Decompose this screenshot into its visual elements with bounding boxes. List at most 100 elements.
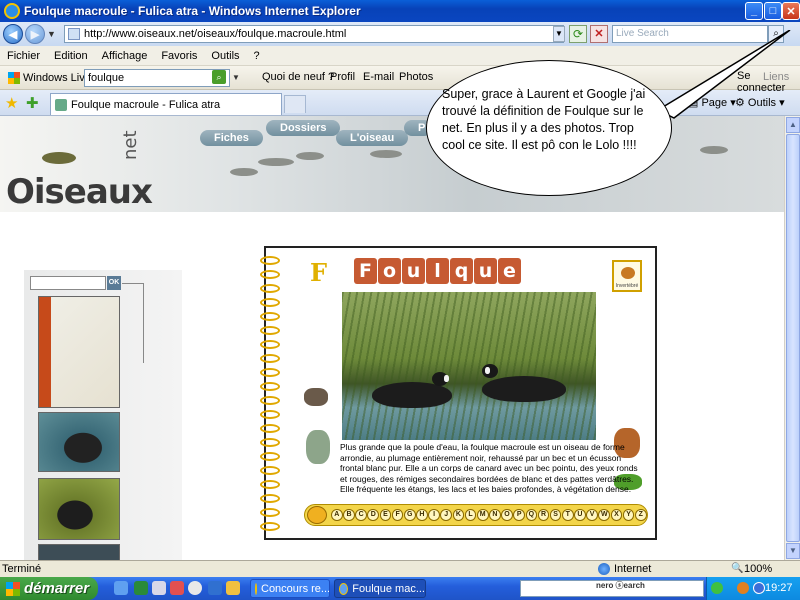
- site-nav-dossiers[interactable]: Dossiers: [266, 120, 341, 136]
- windows-live-logo[interactable]: Windows Live: [8, 71, 91, 84]
- alphabet-letter[interactable]: F: [391, 509, 404, 521]
- invertebre-badge[interactable]: Invertébré: [612, 260, 642, 292]
- tab-foulque[interactable]: Foulque macroule - Fulica atra: [50, 93, 282, 115]
- alphabet-letter[interactable]: S: [549, 509, 562, 521]
- alphabet-letter[interactable]: X: [610, 509, 623, 521]
- coot-bird: [482, 364, 566, 402]
- alphabet-caterpillar: ABCDEFGHIJKLMNOPQRSTUVWXYZ: [304, 504, 648, 526]
- quicklaunch-icon[interactable]: [226, 581, 240, 595]
- stop-button[interactable]: ✕: [590, 25, 608, 43]
- vertical-scrollbar[interactable]: ▲ ▼: [784, 116, 800, 560]
- maximize-button[interactable]: □: [764, 2, 782, 20]
- url-dropdown-icon[interactable]: ▼: [553, 26, 565, 42]
- url-field[interactable]: http://www.oiseaux.net/oiseaux/foulque.m…: [64, 25, 564, 43]
- favorites-star-icon[interactable]: ★: [5, 94, 18, 112]
- alphabet-letter[interactable]: Y: [622, 509, 635, 521]
- coot-photo-thumbnail[interactable]: [38, 478, 120, 540]
- alphabet-letter[interactable]: O: [501, 509, 513, 521]
- coot-photo-thumbnail[interactable]: [38, 544, 120, 560]
- link-email[interactable]: E-mail: [363, 71, 394, 83]
- live-toolbar-search-input[interactable]: foulque: [84, 69, 230, 87]
- alphabet-letter[interactable]: L: [464, 509, 477, 521]
- quicklaunch-icon[interactable]: [152, 581, 166, 595]
- alphabet-letter[interactable]: T: [561, 509, 574, 521]
- menu-affichage[interactable]: Affichage: [95, 50, 155, 62]
- bird-guide-thumbnail[interactable]: [38, 296, 120, 408]
- title-letter-tile: u: [474, 258, 497, 284]
- back-button[interactable]: ◀: [3, 24, 23, 44]
- alphabet-letter[interactable]: C: [355, 509, 367, 521]
- alphabet-letter[interactable]: R: [537, 509, 550, 521]
- start-button[interactable]: démarrer: [0, 577, 98, 600]
- menu-help[interactable]: ?: [247, 50, 267, 62]
- spiral-ring: [260, 508, 280, 517]
- menu-outils[interactable]: Outils: [204, 50, 246, 62]
- ie-quicklaunch-icon[interactable]: [114, 581, 128, 595]
- site-nav-loiseau[interactable]: L'oiseau: [336, 130, 409, 146]
- screen: Foulque macroule - Fulica atra - Windows…: [0, 0, 800, 600]
- spiral-ring: [260, 340, 280, 349]
- alphabet-letter[interactable]: K: [452, 509, 465, 521]
- scroll-up-icon[interactable]: ▲: [786, 117, 800, 133]
- chevron-down-icon[interactable]: ▼: [232, 73, 240, 82]
- search-icon[interactable]: ⌕: [212, 70, 226, 84]
- close-button[interactable]: ✕: [782, 2, 800, 20]
- minimize-button[interactable]: _: [745, 2, 763, 20]
- alphabet-letter[interactable]: H: [416, 509, 428, 521]
- history-dropdown-icon[interactable]: ▼: [47, 29, 56, 39]
- tray-arrow-icon[interactable]: [711, 582, 723, 594]
- alphabet-letter[interactable]: J: [440, 509, 453, 521]
- link-profil[interactable]: Profil: [330, 71, 355, 83]
- alphabet-letter[interactable]: G: [403, 509, 416, 521]
- forward-button[interactable]: ▶: [25, 24, 45, 44]
- tab-favicon-icon: [55, 98, 67, 111]
- alphabet-letter[interactable]: E: [379, 509, 392, 521]
- coot-photo-thumbnail[interactable]: [38, 412, 120, 472]
- alphabet-letter[interactable]: V: [586, 509, 598, 521]
- site-logo[interactable]: Oiseaux: [6, 172, 153, 212]
- alphabet-letter[interactable]: B: [343, 509, 355, 521]
- spiral-ring: [260, 368, 280, 377]
- site-nav-fiches[interactable]: Fiches: [200, 130, 263, 146]
- link-photos[interactable]: Photos: [399, 71, 433, 83]
- scroll-thumb[interactable]: [786, 134, 800, 542]
- snail-icon: [621, 267, 635, 279]
- alphabet-letter[interactable]: M: [476, 509, 489, 521]
- alphabet-letter[interactable]: U: [574, 509, 586, 521]
- refresh-button[interactable]: ⟳: [569, 25, 587, 43]
- alphabet-letter[interactable]: A: [331, 509, 343, 521]
- alphabet-letter[interactable]: W: [598, 509, 611, 521]
- scroll-down-icon[interactable]: ▼: [786, 543, 800, 559]
- menu-edition[interactable]: Edition: [47, 50, 95, 62]
- spiral-ring: [260, 396, 280, 405]
- sign-in-link[interactable]: Se connecter: [737, 70, 800, 94]
- link-quoi-de-neuf[interactable]: Quoi de neuf ?: [262, 71, 334, 83]
- menu-favoris[interactable]: Favoris: [154, 50, 204, 62]
- bird-graphic: [700, 146, 728, 154]
- tray-icon[interactable]: [753, 582, 765, 594]
- alphabet-letter[interactable]: I: [428, 509, 440, 521]
- tray-icon[interactable]: [737, 582, 749, 594]
- alphabet-letter[interactable]: N: [489, 509, 501, 521]
- new-tab-button[interactable]: [284, 95, 306, 113]
- quicklaunch-icon[interactable]: [208, 581, 222, 595]
- add-favorite-icon[interactable]: ✚: [26, 94, 39, 112]
- menu-fichier[interactable]: Fichier: [0, 50, 47, 62]
- quicklaunch-icon[interactable]: [170, 581, 184, 595]
- alphabet-letter[interactable]: D: [367, 509, 380, 521]
- zoom-level[interactable]: 100%: [744, 563, 772, 575]
- alphabet-letter[interactable]: P: [513, 509, 525, 521]
- windows-flag-icon: [6, 581, 20, 596]
- alphabet-letter[interactable]: Z: [634, 509, 647, 521]
- security-zone[interactable]: Internet: [614, 563, 651, 575]
- alphabet-letter[interactable]: Q: [525, 509, 538, 521]
- site-search-input[interactable]: [30, 276, 106, 290]
- taskbar-item-foulque[interactable]: Foulque mac...: [334, 579, 426, 598]
- site-search-ok-button[interactable]: OK: [107, 276, 121, 290]
- taskbar-item-concours[interactable]: Concours re...: [250, 579, 330, 598]
- spiral-ring: [260, 466, 280, 475]
- excel-quicklaunch-icon[interactable]: [134, 581, 148, 595]
- taskbar-item-label: Foulque mac...: [352, 582, 425, 595]
- zoom-icon[interactable]: 🔍: [731, 563, 743, 574]
- media-player-icon[interactable]: [188, 581, 202, 595]
